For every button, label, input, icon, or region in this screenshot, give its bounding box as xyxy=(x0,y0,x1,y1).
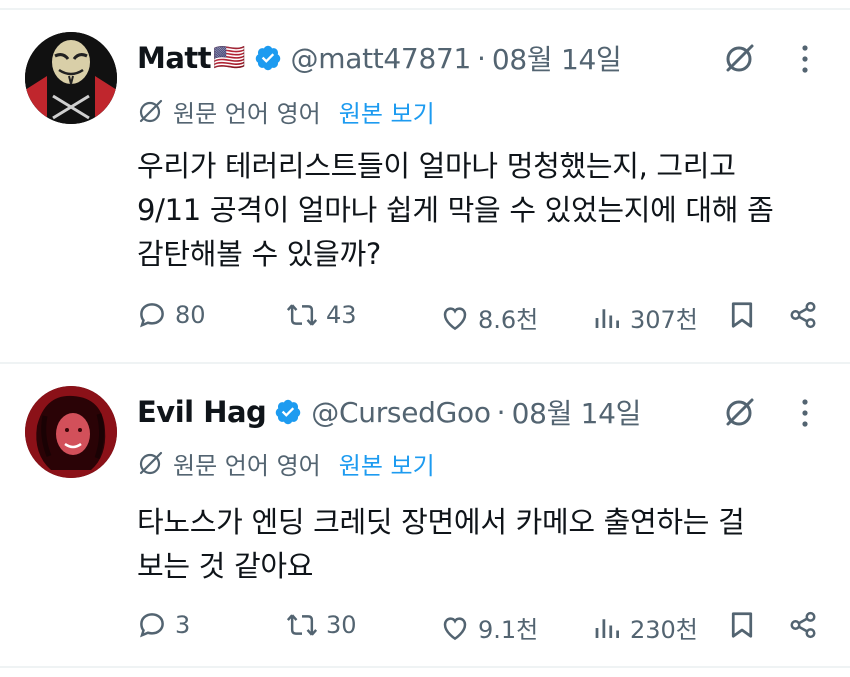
like-count: 9.1천 xyxy=(478,616,539,644)
tweet-actions: 3 30 9.1천 230천 xyxy=(0,610,850,650)
tweet-text-line: 감탄해볼 수 있을까? xyxy=(137,237,381,271)
translate-icon xyxy=(139,451,163,475)
tweet-text: 우리가 테러리스트들이 얼마나 멍청했는지, 그리고 9/11 공격이 얼마나 … xyxy=(137,144,827,276)
share-button[interactable] xyxy=(788,610,818,640)
retweet-icon xyxy=(286,614,318,636)
retweet-count: 43 xyxy=(326,301,357,329)
original-language-label: 원문 언어 영어 xyxy=(173,99,321,128)
more-options-icon[interactable] xyxy=(798,396,812,432)
like-button[interactable]: 9.1천 xyxy=(440,610,538,645)
tweet-text-line: 9/11 공격이 얼마나 쉽게 막을 수 있었는지에 대해 좀 xyxy=(137,193,774,227)
view-original-link[interactable]: 원본 보기 xyxy=(339,94,435,129)
tweet-text-line: 보는 것 같아요 xyxy=(137,549,314,583)
grok-icon[interactable] xyxy=(722,40,758,76)
heart-icon xyxy=(443,616,467,640)
tweet-text: 타노스가 엔딩 크레딧 장면에서 카메오 출연하는 걸 보는 것 같아요 xyxy=(137,500,827,588)
bookmark-icon xyxy=(731,302,753,328)
bookmark-button[interactable] xyxy=(728,610,756,640)
like-button[interactable]: 8.6천 xyxy=(440,300,538,335)
reply-button[interactable]: 3 xyxy=(137,610,190,640)
display-name[interactable]: Matt xyxy=(137,41,212,75)
tweet-actions: 80 43 8.6천 307천 xyxy=(0,300,850,340)
tweet-date[interactable]: 08월 14일 xyxy=(492,38,622,78)
views-chart-icon xyxy=(595,308,619,328)
separator-dot: · xyxy=(477,41,486,75)
translation-row: 원문 언어 영어 원본 보기 xyxy=(137,446,435,480)
user-handle[interactable]: @matt47871 xyxy=(291,42,472,75)
retweet-icon xyxy=(286,304,318,326)
heart-icon xyxy=(443,306,467,330)
user-handle[interactable]: @CursedGoo xyxy=(311,396,491,429)
reply-count: 3 xyxy=(175,611,191,639)
views-count: 230천 xyxy=(630,616,698,644)
avatar[interactable] xyxy=(25,386,117,478)
tweet-text-line: 타노스가 엔딩 크레딧 장면에서 카메오 출연하는 걸 xyxy=(137,505,745,539)
verified-badge-icon xyxy=(255,45,280,71)
separator-dot: · xyxy=(496,395,506,429)
retweet-count: 30 xyxy=(326,611,357,639)
share-button[interactable] xyxy=(788,300,818,330)
tweet-evil-hag[interactable]: Evil Hag @CursedGoo · 08월 14일 원문 언어 영어 원… xyxy=(0,364,850,664)
reply-button[interactable]: 80 xyxy=(137,300,206,330)
share-icon xyxy=(790,301,816,329)
reply-count: 80 xyxy=(175,301,206,329)
translation-row: 원문 언어 영어 원본 보기 xyxy=(137,94,435,128)
avatar[interactable] xyxy=(25,32,117,124)
view-original-link[interactable]: 원본 보기 xyxy=(339,446,435,481)
views-count: 307천 xyxy=(630,306,698,334)
tweet-text-line: 우리가 테러리스트들이 얼마나 멍청했는지, 그리고 xyxy=(137,149,736,183)
like-count: 8.6천 xyxy=(478,306,539,334)
tweet-header: Matt 🇺🇸 @matt47871 · 08월 14일 xyxy=(137,38,622,78)
display-name[interactable]: Evil Hag xyxy=(137,395,267,429)
divider-bottom xyxy=(0,666,850,668)
tweet-header: Evil Hag @CursedGoo · 08월 14일 xyxy=(137,392,641,432)
tweet-matt[interactable]: Matt 🇺🇸 @matt47871 · 08월 14일 원문 언어 영어 원본… xyxy=(0,0,850,362)
original-language-label: 원문 언어 영어 xyxy=(173,451,321,480)
views-button[interactable]: 307천 xyxy=(592,300,698,335)
bookmark-icon xyxy=(731,612,753,638)
retweet-button[interactable]: 43 xyxy=(286,300,357,330)
tweet-date[interactable]: 08월 14일 xyxy=(512,392,642,432)
translate-icon xyxy=(139,99,163,123)
reply-icon xyxy=(140,613,164,638)
grok-icon[interactable] xyxy=(722,394,758,430)
retweet-button[interactable]: 30 xyxy=(286,610,357,640)
views-chart-icon xyxy=(595,618,619,638)
share-icon xyxy=(790,611,816,639)
reply-icon xyxy=(140,303,164,328)
more-options-icon[interactable] xyxy=(798,42,812,78)
us-flag-emoji: 🇺🇸 xyxy=(213,43,246,73)
views-button[interactable]: 230천 xyxy=(592,610,698,645)
bookmark-button[interactable] xyxy=(728,300,756,330)
verified-badge-icon xyxy=(276,399,301,425)
